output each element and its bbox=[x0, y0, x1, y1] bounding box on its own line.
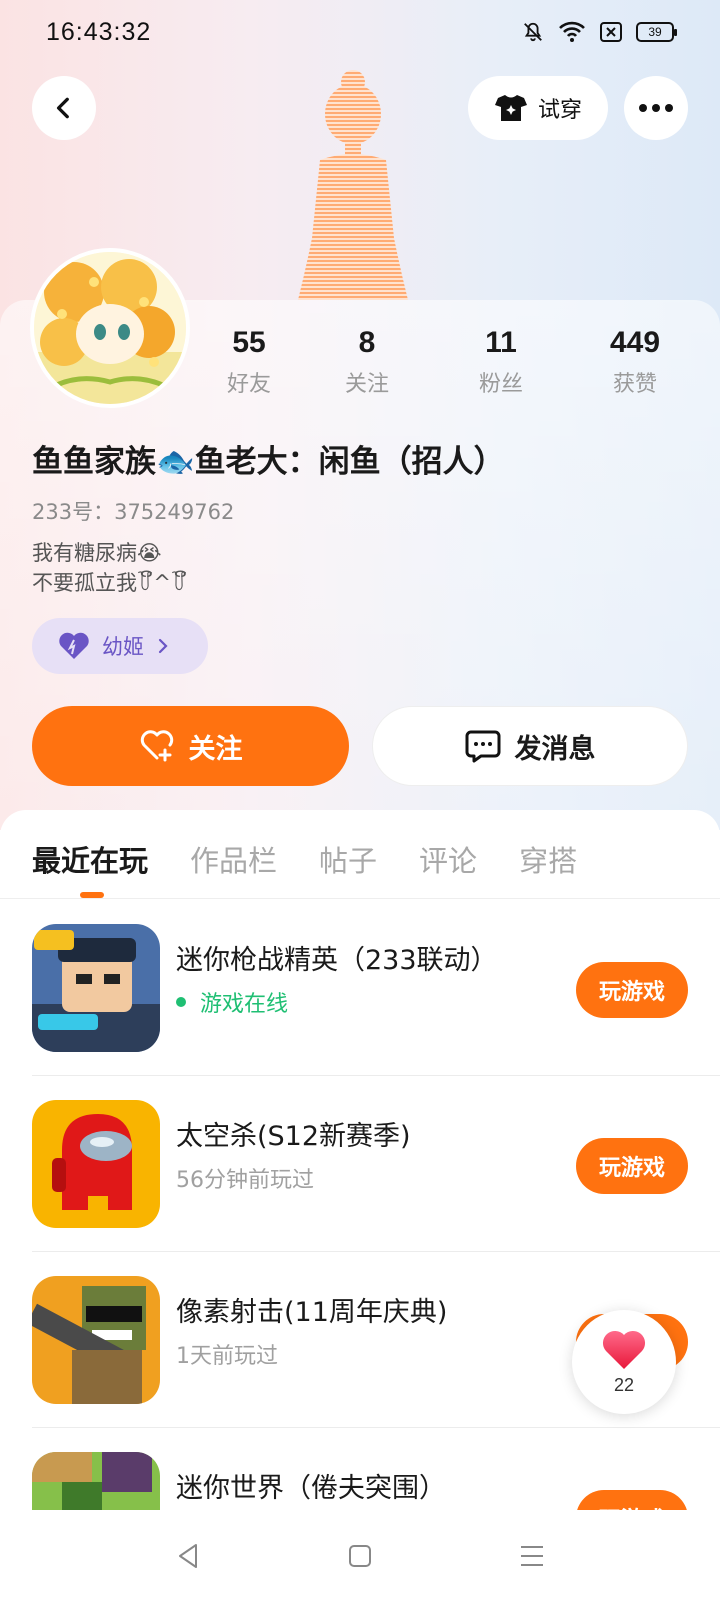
stat-value: 449 bbox=[609, 326, 661, 359]
status-time: 16:43:32 bbox=[46, 17, 152, 46]
stat-value: 11 bbox=[485, 326, 517, 359]
status-icons: 39 bbox=[522, 21, 677, 43]
tab-posts[interactable]: 帖子 bbox=[319, 838, 377, 880]
tab-recently-played[interactable]: 最近在玩 bbox=[32, 838, 148, 880]
battery-icon: 39 bbox=[636, 22, 677, 42]
follow-label: 关注 bbox=[188, 733, 243, 765]
avatar-pony-illustration bbox=[34, 252, 186, 404]
chat-bubble-icon bbox=[465, 730, 500, 763]
more-options-button[interactable] bbox=[624, 76, 688, 140]
mute-bell-icon bbox=[524, 22, 542, 42]
user-avatar[interactable] bbox=[30, 248, 190, 408]
battery-level: 39 bbox=[648, 25, 662, 39]
back-button[interactable] bbox=[32, 76, 96, 140]
game-status: 游戏在线 bbox=[176, 986, 288, 1018]
game-status-text: 1天前玩过 bbox=[176, 1344, 278, 1369]
bio-line: 我有糖尿病😭 bbox=[32, 541, 162, 565]
purple-heart-icon bbox=[59, 632, 89, 659]
message-label: 发消息 bbox=[514, 733, 596, 765]
profile-tabs: 最近在玩 作品栏 帖子 评论 穿搭 bbox=[32, 838, 577, 880]
game-icon bbox=[32, 1452, 160, 1510]
game-list-item[interactable]: 迷你世界（倦夫突围） 玩游戏 bbox=[0, 1428, 720, 1510]
game-status: 56分钟前玩过 bbox=[176, 1162, 314, 1194]
tab-outfits[interactable]: 穿搭 bbox=[519, 838, 577, 880]
stat-value: 8 bbox=[358, 326, 376, 359]
user-nickname: 鱼鱼家族🐟鱼老大：闲鱼（招人） bbox=[32, 444, 505, 480]
play-game-button[interactable]: 玩游戏 bbox=[576, 1138, 688, 1194]
chevron-right-icon bbox=[158, 638, 168, 654]
try-on-label: 试穿 bbox=[537, 98, 582, 123]
bio-line: 不要孤立我꒦ິ^꒦ິ bbox=[32, 571, 188, 595]
avatar-figure-preview bbox=[298, 70, 408, 300]
game-art-mini-world bbox=[32, 1452, 160, 1510]
back-arrow-icon bbox=[56, 97, 69, 119]
stat-friends[interactable]: 55 好友 bbox=[190, 326, 308, 398]
game-title: 太空杀(S12新赛季) bbox=[176, 1121, 411, 1152]
user-id[interactable]: 233号：375249762 bbox=[32, 496, 234, 526]
game-list-item[interactable]: 太空杀(S12新赛季) 56分钟前玩过 玩游戏 bbox=[0, 1076, 720, 1252]
tab-works[interactable]: 作品栏 bbox=[190, 838, 277, 880]
heart-plus-icon bbox=[140, 730, 173, 762]
tab-comments[interactable]: 评论 bbox=[419, 838, 477, 880]
stat-likes[interactable]: 449 获赞 bbox=[576, 326, 694, 398]
online-dot-icon bbox=[176, 997, 186, 1007]
badge-label: 幼姬 bbox=[102, 635, 144, 659]
stat-label: 关注 bbox=[344, 372, 389, 397]
sim-off-icon bbox=[600, 22, 622, 42]
stat-label: 获赞 bbox=[612, 372, 657, 397]
tshirt-icon bbox=[494, 95, 527, 121]
tabs-divider bbox=[0, 898, 720, 899]
more-dots-icon bbox=[639, 104, 673, 112]
game-icon bbox=[32, 1100, 160, 1228]
game-art-mini-gun-elite bbox=[32, 924, 160, 1052]
play-game-button[interactable]: 玩游戏 bbox=[576, 962, 688, 1018]
profile-stats: 55 好友 8 关注 11 粉丝 449 获赞 bbox=[190, 326, 720, 398]
stat-value: 55 bbox=[232, 326, 266, 359]
level-badge[interactable]: 幼姬 bbox=[32, 618, 208, 674]
send-message-button[interactable]: 发消息 bbox=[372, 706, 688, 786]
game-list-item[interactable]: 迷你枪战精英（233联动） 游戏在线 玩游戏 bbox=[0, 900, 720, 1076]
like-count: 22 bbox=[613, 1374, 635, 1395]
nav-back-icon[interactable] bbox=[174, 1542, 202, 1570]
nav-home-icon[interactable] bbox=[346, 1542, 374, 1570]
game-art-pixel-gun bbox=[32, 1276, 160, 1404]
floating-like-button[interactable]: 22 bbox=[572, 1310, 676, 1414]
game-art-space-kill bbox=[32, 1100, 160, 1228]
stat-following[interactable]: 8 关注 bbox=[308, 326, 426, 398]
system-navigation-bar bbox=[0, 1512, 720, 1600]
play-game-button[interactable]: 玩游戏 bbox=[576, 1490, 688, 1510]
game-title: 像素射击(11周年庆典) bbox=[176, 1297, 448, 1328]
game-title: 迷你世界（倦夫突围） bbox=[176, 1473, 446, 1504]
stat-fans[interactable]: 11 粉丝 bbox=[426, 326, 576, 398]
follow-button[interactable]: 关注 bbox=[32, 706, 349, 786]
game-icon bbox=[32, 924, 160, 1052]
heart-icon bbox=[602, 1330, 646, 1369]
wifi-icon bbox=[559, 21, 585, 42]
nav-menu-icon[interactable] bbox=[518, 1542, 546, 1570]
game-status-text: 游戏在线 bbox=[200, 992, 289, 1017]
game-status: 1天前玩过 bbox=[176, 1338, 278, 1370]
status-bar: 16:43:32 39 bbox=[0, 0, 720, 64]
user-bio: 我有糖尿病😭 不要孤立我꒦ິ^꒦ິ bbox=[32, 538, 187, 598]
game-status-text: 56分钟前玩过 bbox=[176, 1168, 314, 1193]
stat-label: 粉丝 bbox=[478, 372, 523, 397]
try-on-button[interactable]: 试穿 bbox=[468, 76, 608, 140]
stat-label: 好友 bbox=[226, 372, 271, 397]
game-icon bbox=[32, 1276, 160, 1404]
game-title: 迷你枪战精英（233联动） bbox=[176, 945, 498, 976]
